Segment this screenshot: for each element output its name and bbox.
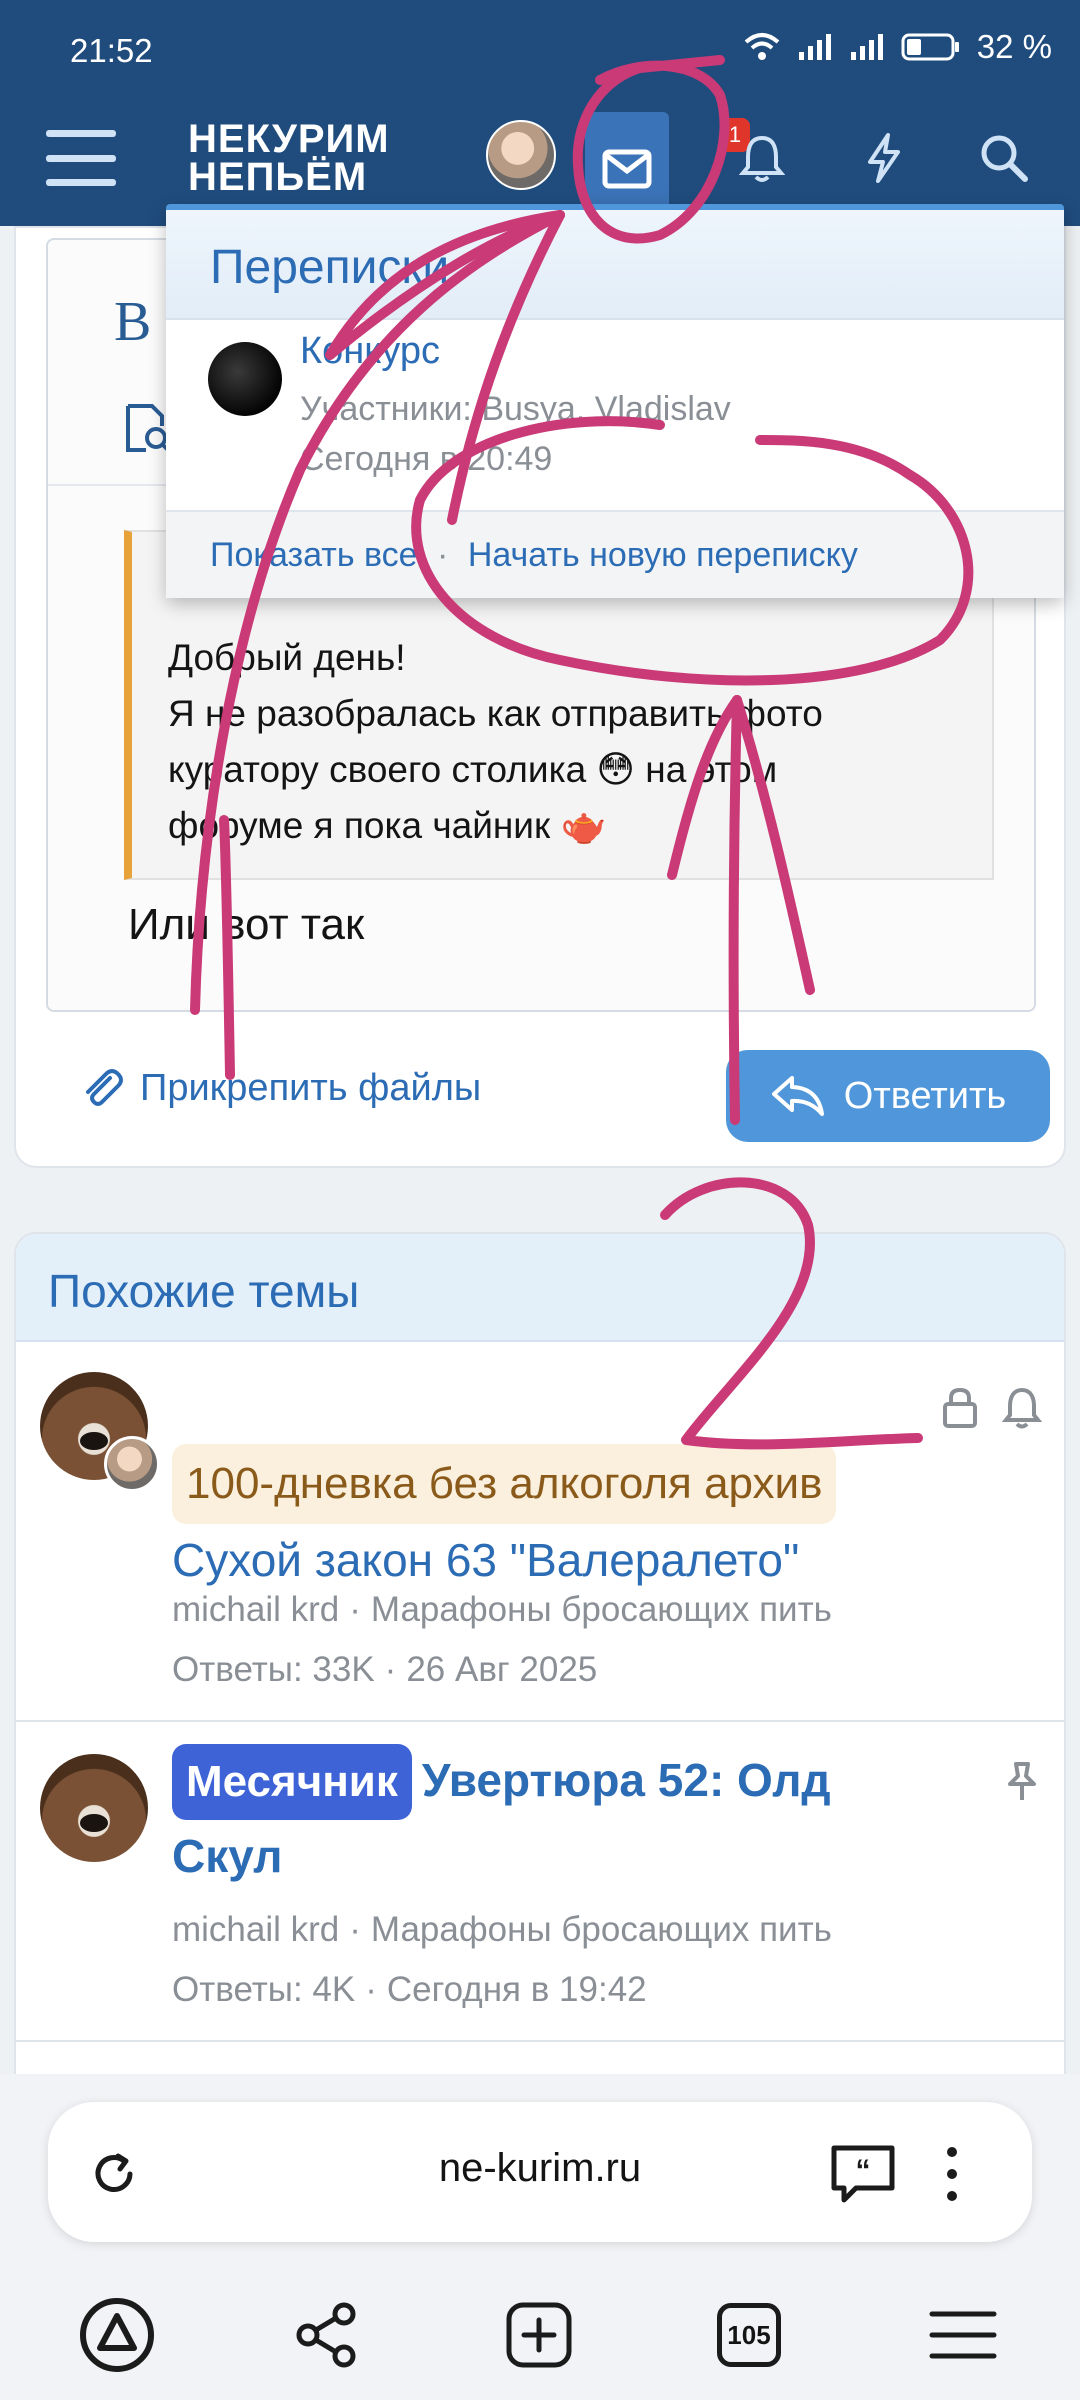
attach-files-button[interactable]: Прикрепить файлы: [80, 1066, 481, 1110]
topic-title-text[interactable]: Увертюра 52: Олд: [422, 1754, 831, 1806]
conversations-dropdown: Переписки Конкурс Участники: Busya, Vlad…: [166, 204, 1064, 598]
conversation-title[interactable]: Конкурс: [300, 330, 440, 373]
editor-title-letter: В: [114, 291, 152, 353]
user-avatar[interactable]: [486, 120, 556, 190]
topic-status-icons: [940, 1386, 1042, 1430]
signal-icon: [798, 34, 831, 60]
reply-button-label: Ответить: [843, 1074, 1007, 1117]
quote-line: Добрый день!: [168, 637, 406, 678]
reply-arrow-icon: [771, 1076, 824, 1116]
show-all-link[interactable]: Показать все: [210, 536, 418, 574]
bell-icon: [739, 135, 785, 182]
topic-date: Сегодня в 19:42: [386, 1970, 647, 2009]
signal-icon-2: [850, 34, 883, 60]
share-icon: [296, 2302, 356, 2368]
site-logo[interactable]: НЕКУРИМ НЕПЬЁМ: [188, 117, 390, 199]
conversation-avatar: [208, 342, 282, 416]
topic-item[interactable]: 100-дневка без алкоголя архив Сухой зако…: [16, 1344, 1064, 1722]
topic-forum[interactable]: Марафоны бросающих пить: [371, 1590, 832, 1629]
quote-line: куратору своего столика 😳 на этом: [168, 749, 778, 790]
topic-author-avatar: [40, 1754, 148, 1862]
topic-replies: Ответы: 33K: [172, 1650, 375, 1689]
wifi-icon: [744, 33, 780, 60]
menu-button[interactable]: [46, 130, 116, 186]
battery-icon: [901, 33, 959, 61]
topic-forum[interactable]: Марафоны бросающих пить: [371, 1910, 832, 1949]
topic-prefix[interactable]: 100-дневка без алкоголя архив: [172, 1444, 837, 1524]
share-button[interactable]: [282, 2290, 372, 2380]
search-button[interactable]: [962, 112, 1046, 204]
topic-meta: michail krd · Марафоны бросающих пить Отве…: [172, 1910, 832, 2009]
status-time: 21:52: [70, 32, 153, 69]
reply-button[interactable]: Ответить: [726, 1050, 1050, 1142]
topic-replies: Ответы: 4K: [172, 1970, 356, 2009]
conversation-participants: Участники: Busya, Vladislav: [300, 390, 731, 428]
conversation-time: Сегодня в 20:49: [300, 440, 553, 478]
browser-nav: 105: [0, 2290, 1080, 2380]
search-icon: [981, 135, 1028, 182]
topic-item[interactable]: Месячник Увертюра 52: Олд Скул michail kr…: [16, 1724, 1064, 2042]
quote-line: форуме я пока чайник 🫖: [168, 805, 607, 846]
quote-bubble-icon[interactable]: “: [828, 2142, 898, 2206]
more-vert-icon[interactable]: [942, 2144, 962, 2204]
topic-title-text-2[interactable]: Скул: [172, 1830, 282, 1882]
whats-new-button[interactable]: [842, 112, 926, 204]
similar-topics-heading: Похожие темы: [16, 1234, 1064, 1342]
last-poster-avatar: [104, 1436, 160, 1492]
topic-author[interactable]: michail krd: [172, 1590, 339, 1629]
plus-square-icon: [506, 2302, 572, 2368]
conversation-meta: Участники: Busya, Vladislav Сегодня в 20…: [300, 384, 731, 484]
battery-percent: 32 %: [976, 28, 1052, 65]
topic-date: 26 Авг 2025: [406, 1650, 598, 1689]
status-icons: 32 %: [743, 28, 1052, 66]
reply-text: Или вот так: [128, 900, 365, 949]
footer-separator: ·: [437, 536, 449, 574]
alice-icon: [80, 2298, 154, 2372]
topic-title[interactable]: 100-дневка без алкоголя архив Сухой зако…: [172, 1444, 837, 1596]
browser-chrome: ne-kurim.ru “ 105: [0, 2074, 1080, 2400]
menu-icon-line: [46, 130, 116, 137]
conversation-item[interactable]: Конкурс Участники: Busya, Vladislav Сего…: [166, 320, 1064, 512]
alerts-button[interactable]: [720, 112, 804, 204]
topic-title-text[interactable]: Сухой закон 63 "Валералето": [172, 1534, 799, 1586]
dropdown-title[interactable]: Переписки: [166, 210, 1064, 320]
similar-topics-block: Похожие темы 100-дневка без алкоголя арх…: [14, 1232, 1066, 2092]
browser-menu-button[interactable]: [918, 2290, 1008, 2380]
lock-icon: [943, 1387, 977, 1428]
start-conversation-link[interactable]: Начать новую переписку: [468, 536, 858, 574]
bell-icon: [1002, 1387, 1042, 1429]
topic-title[interactable]: Месячник Увертюра 52: Олд Скул: [172, 1744, 1032, 1892]
menu-icon: [929, 2311, 997, 2359]
topic-prefix[interactable]: Месячник: [172, 1744, 412, 1820]
address-bar[interactable]: ne-kurim.ru “: [48, 2102, 1032, 2242]
topic-meta: michail krd · Марафоны бросающих пить Отве…: [172, 1590, 832, 1689]
alice-button[interactable]: [72, 2290, 162, 2380]
logo-line-1: НЕКУРИМ: [188, 117, 390, 161]
paperclip-icon: [86, 1069, 123, 1106]
tabs-button[interactable]: 105: [704, 2290, 794, 2380]
new-tab-button[interactable]: [494, 2290, 584, 2380]
menu-icon-line: [46, 179, 116, 186]
mail-icon: [602, 149, 652, 189]
dropdown-footer: Показать все · Начать новую переписку: [166, 512, 1064, 598]
logo-line-2: НЕПЬЁМ: [188, 155, 368, 199]
tabs-count: 105: [717, 2303, 781, 2367]
quote-text: Добрый день! Я не разобралась как отправ…: [168, 630, 988, 854]
topic-author[interactable]: michail krd: [172, 1910, 339, 1949]
svg-text:“: “: [856, 2154, 871, 2187]
quote-line: Я не разобралась как отправить фото: [168, 693, 823, 734]
attach-files-label: Прикрепить файлы: [140, 1066, 482, 1109]
bolt-icon: [868, 133, 900, 183]
menu-icon-line: [46, 154, 116, 162]
